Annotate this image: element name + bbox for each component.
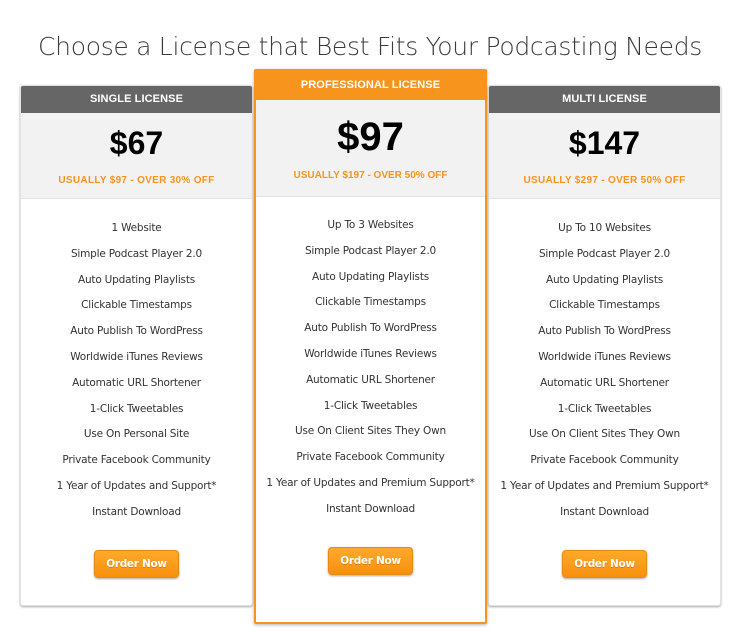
order-now-button-professional[interactable]: Order Now [328, 546, 413, 575]
pricing-card-single: SINGLE LICENSE $67 USUALLY $97 - OVER 30… [20, 85, 253, 606]
feature-item: Clickable Timestamps [549, 299, 660, 312]
feature-item: Automatic URL Shortener [540, 376, 669, 389]
feature-item: Use On Personal Site [83, 428, 190, 441]
feature-item: Simple Podcast Player 2.0 [70, 247, 203, 260]
feature-item: Automatic URL Shortener [72, 376, 201, 389]
plan-name: MULTI LICENSE [489, 86, 720, 113]
feature-list: Up To 10 Websites Simple Podcast Player … [489, 199, 720, 526]
plan-price: $147 [568, 125, 641, 161]
feature-list: Up To 3 Websites Simple Podcast Player 2… [256, 197, 485, 523]
price-panel: $97 USUALLY $197 - OVER 50% OFF [256, 100, 485, 197]
feature-item: 1 Website [111, 222, 162, 234]
feature-item: 1-Click Tweetables [323, 399, 418, 412]
order-now-button-single[interactable]: Order Now [94, 549, 179, 578]
plan-discount: USUALLY $97 - OVER 30% OFF [58, 175, 215, 186]
feature-item: Simple Podcast Player 2.0 [304, 244, 437, 257]
feature-item: Auto Updating Playlists [545, 273, 664, 286]
feature-item: Simple Podcast Player 2.0 [538, 247, 671, 260]
plan-discount: USUALLY $197 - OVER 50% OFF [293, 170, 448, 181]
feature-item: 1 Year of Updates and Premium Support* [500, 479, 709, 492]
feature-item: Private Facebook Community [62, 454, 211, 467]
pricing-card-professional: PROFESSIONAL LICENSE $97 USUALLY $197 - … [254, 69, 487, 624]
feature-item: Instant Download [560, 505, 649, 518]
price-panel: $147 USUALLY $297 - OVER 50% OFF [489, 113, 720, 199]
plan-price: $67 [109, 125, 164, 161]
feature-item: 1-Click Tweetables [89, 402, 184, 415]
price-panel: $67 USUALLY $97 - OVER 30% OFF [21, 113, 252, 199]
feature-item: Worldwide iTunes Reviews [538, 350, 671, 363]
feature-item: Private Facebook Community [296, 451, 445, 464]
feature-item: Auto Updating Playlists [311, 270, 430, 283]
feature-item: Worldwide iTunes Reviews [70, 350, 203, 363]
feature-item: 1 Year of Updates and Premium Support* [266, 476, 475, 489]
plan-discount: USUALLY $297 - OVER 50% OFF [523, 175, 686, 186]
feature-item: Up To 3 Websites [327, 219, 414, 231]
feature-item: Auto Publish To WordPress [538, 325, 671, 338]
feature-item: Use On Client Sites They Own [295, 425, 446, 438]
feature-item: 1-Click Tweetables [557, 402, 652, 415]
plan-name: PROFESSIONAL LICENSE [256, 71, 485, 100]
feature-item: Auto Publish To WordPress [304, 322, 437, 335]
feature-item: Automatic URL Shortener [306, 373, 435, 386]
feature-item: Up To 10 Websites [558, 222, 651, 234]
plan-price: $97 [337, 115, 404, 159]
feature-item: Use On Client Sites They Own [529, 428, 680, 441]
feature-item: Clickable Timestamps [81, 299, 192, 312]
feature-item: Instant Download [326, 502, 415, 515]
feature-list: 1 Website Simple Podcast Player 2.0 Auto… [21, 199, 252, 526]
feature-item: Worldwide iTunes Reviews [304, 347, 437, 360]
page-title: Choose a License that Best Fits Your Pod… [38, 31, 702, 61]
feature-item: Private Facebook Community [530, 454, 679, 467]
order-now-button-multi[interactable]: Order Now [562, 549, 647, 578]
pricing-card-multi: MULTI LICENSE $147 USUALLY $297 - OVER 5… [488, 85, 721, 606]
feature-item: Clickable Timestamps [315, 296, 426, 309]
feature-item: Auto Updating Playlists [77, 273, 196, 286]
feature-item: 1 Year of Updates and Support* [56, 479, 217, 492]
plan-name: SINGLE LICENSE [21, 86, 252, 113]
feature-item: Instant Download [92, 505, 181, 518]
feature-item: Auto Publish To WordPress [70, 325, 203, 338]
